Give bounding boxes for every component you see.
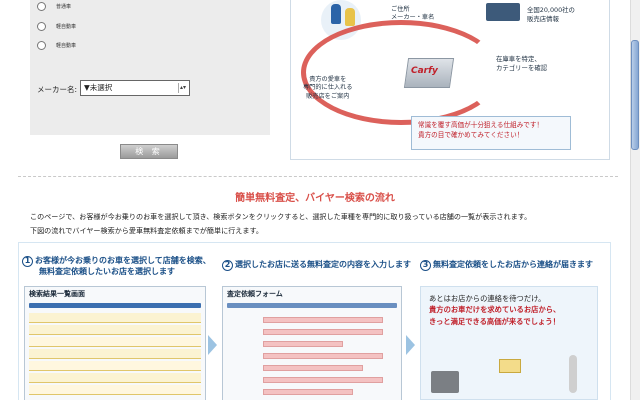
form-field bbox=[263, 317, 383, 323]
phone-icon bbox=[431, 371, 459, 393]
buyer-note: 貴方の愛車を 専門的に仕入れる 販売店をご案内 bbox=[303, 76, 353, 101]
radio-icon[interactable] bbox=[37, 41, 46, 50]
step-1-line: お客様が今お乗りのお車を選択して店舗を検索、 bbox=[35, 256, 211, 265]
radio-option-1[interactable]: 普通車 bbox=[37, 2, 71, 11]
buyer-note-line: 専門的に仕入れる bbox=[303, 84, 353, 92]
search-form-panel bbox=[30, 0, 270, 135]
section-title: 簡単無料査定、バイヤー検索の流れ bbox=[235, 193, 395, 204]
radio-icon[interactable] bbox=[37, 2, 46, 11]
radio-option-3[interactable]: 軽自動車 bbox=[37, 41, 76, 50]
form-field bbox=[263, 365, 363, 371]
search-button[interactable]: 検 索 bbox=[120, 144, 178, 159]
maker-selected-value: ▼未選択 bbox=[84, 83, 113, 92]
cycle-note-line: 在庫車を特定、 bbox=[496, 55, 541, 63]
highlight-box: 常識を覆す高価が十分狙える仕組みです！ 貴方の目で確かめてみてください！ bbox=[411, 116, 571, 150]
section-description: このページで、お客様が今お乗りのお車を選択して頂き、検索ボタンをクリックすると、… bbox=[30, 212, 532, 221]
contact-box: あとはお店からの連絡を待つだけ。 貴方のお車だけを求めているお店から、 きっと満… bbox=[420, 286, 598, 400]
highlight-line: 貴方の目で確かめてみてください！ bbox=[418, 130, 524, 139]
person-icon bbox=[345, 8, 355, 26]
store-count: 全国20,000社の 販売店情報 bbox=[527, 6, 575, 23]
carfy-logo: Carfy bbox=[411, 66, 438, 76]
step-1-line: 無料査定依頼したいお店を選択します bbox=[39, 267, 175, 276]
step-number: 1 bbox=[22, 256, 33, 267]
radio-option-2[interactable]: 軽自動車 bbox=[37, 22, 76, 31]
radio-icon[interactable] bbox=[37, 22, 46, 31]
contact-line: 貴方のお車だけを求めているお店から、 bbox=[429, 305, 561, 315]
seller-note: ご住所 メーカー・車名 bbox=[391, 6, 434, 23]
cycle-arrow bbox=[301, 20, 501, 125]
next-arrow-icon bbox=[406, 335, 415, 355]
radio-label: 普通車 bbox=[56, 4, 72, 10]
step-2-line: 選択したお店に送る無料査定の内容を入力します bbox=[235, 260, 411, 269]
store-count-line: 販売店情報 bbox=[527, 14, 559, 23]
radio-label: 軽自動車 bbox=[56, 24, 77, 30]
table-row bbox=[29, 385, 201, 395]
truck-icon bbox=[486, 3, 520, 21]
radio-label: 軽自動車 bbox=[56, 43, 77, 49]
form-field bbox=[263, 377, 383, 383]
seller-note-line: メーカー・車名 bbox=[391, 14, 435, 22]
maker-select[interactable]: ▼未選択 ▴▾ bbox=[80, 80, 190, 96]
contact-text: あとはお店からの連絡を待つだけ。 貴方のお車だけを求めているお店から、 きっと満… bbox=[429, 293, 599, 327]
table-row bbox=[29, 349, 201, 359]
contact-line: あとはお店からの連絡を待つだけ。 bbox=[429, 294, 546, 303]
form-field bbox=[263, 329, 383, 335]
dropdown-arrow-icon[interactable]: ▴▾ bbox=[178, 83, 187, 93]
screenshot-title: 検索結果一覧画面 bbox=[29, 290, 85, 298]
step-1-heading: 1 お客様が今お乗りのお車を選択して店舗を検索、 無料査定依頼したいお店を選択しま… bbox=[22, 256, 211, 277]
cycle-note-line: カテゴリーを確認 bbox=[496, 63, 548, 72]
step-3-line: 無料査定依頼をしたお店から連絡が届きます bbox=[433, 260, 593, 269]
vertical-scrollbar[interactable] bbox=[630, 0, 640, 400]
table-row bbox=[29, 325, 201, 335]
divider bbox=[18, 176, 618, 177]
cycle-note: 在庫車を特定、 カテゴリーを確認 bbox=[496, 55, 547, 72]
step-2-screenshot: 査定依頼フォーム bbox=[222, 286, 402, 400]
form-field bbox=[263, 341, 343, 347]
step-number: 2 bbox=[222, 260, 233, 271]
step-2-heading: 2 選択したお店に送る無料査定の内容を入力します bbox=[222, 260, 411, 271]
envelope-icon bbox=[499, 359, 521, 373]
person-icon bbox=[569, 355, 577, 393]
screenshot-title: 査定依頼フォーム bbox=[227, 290, 283, 298]
maker-label: メーカー名: bbox=[37, 85, 78, 94]
section-description: 下図の流れでバイヤー検索から愛車無料査定依頼までが簡単に行えます。 bbox=[30, 226, 263, 235]
table-row bbox=[29, 361, 201, 371]
scrollbar-thumb[interactable] bbox=[631, 40, 639, 150]
step-1-screenshot: 検索結果一覧画面 bbox=[24, 286, 206, 400]
buyer-note-line: 販売店をご案内 bbox=[306, 92, 350, 100]
form-field bbox=[263, 389, 353, 395]
step-3-heading: 3 無料査定依頼をしたお店から連絡が届きます bbox=[420, 260, 593, 271]
next-arrow-icon bbox=[208, 335, 217, 355]
highlight-line: 常識を覆す高価が十分狙える仕組みです！ bbox=[418, 121, 544, 129]
form-field bbox=[263, 353, 383, 359]
contact-line: きっと満足できる高価が来るでしょう！ bbox=[429, 316, 560, 326]
result-header bbox=[29, 303, 201, 308]
table-row bbox=[29, 313, 201, 323]
flow-illustration: ご住所 メーカー・車名 全国20,000社の 販売店情報 Carfy 在庫車を特… bbox=[290, 0, 610, 160]
table-row bbox=[29, 373, 201, 383]
table-row bbox=[29, 337, 201, 347]
person-icon bbox=[331, 4, 341, 24]
step-number: 3 bbox=[420, 260, 431, 271]
form-header bbox=[227, 303, 397, 308]
store-count-line: 全国20,000社の bbox=[527, 6, 575, 14]
